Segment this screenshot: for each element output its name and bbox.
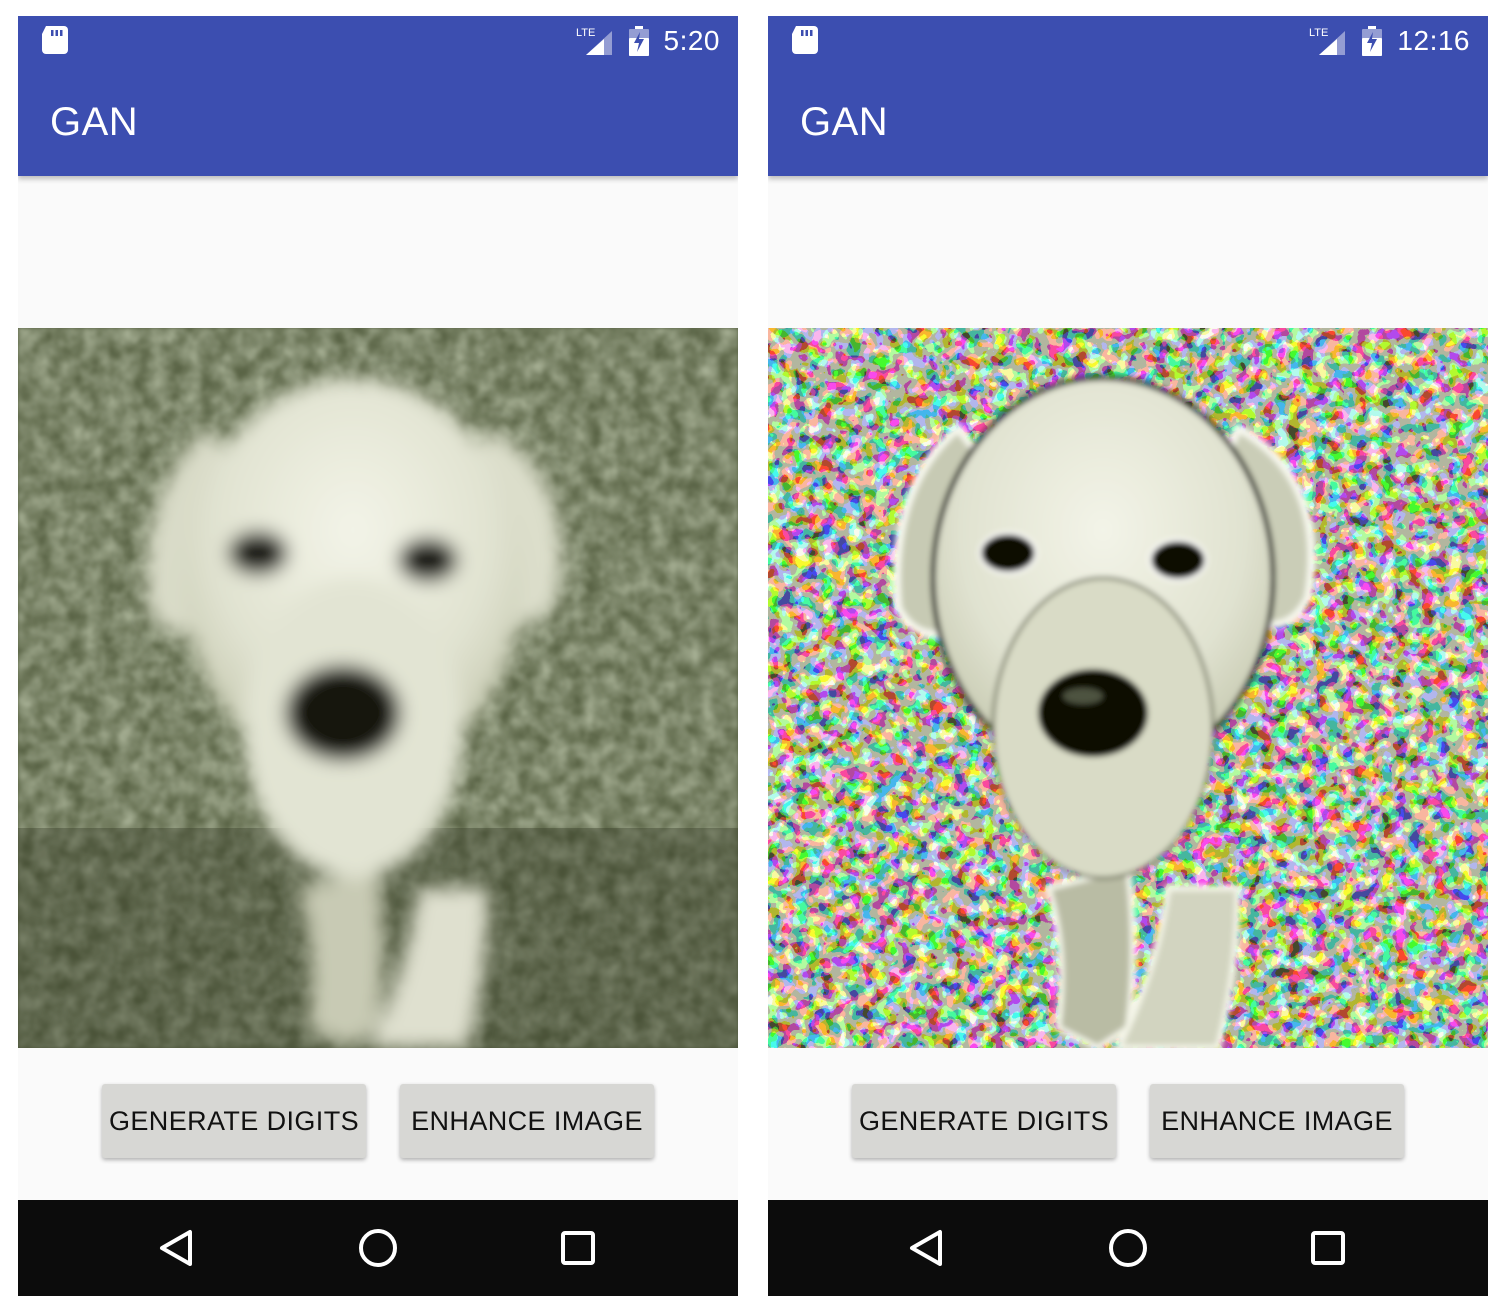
app-bar: LTE 5:20 GAN	[18, 16, 738, 176]
dog-photo-enhanced	[768, 328, 1488, 1048]
status-icons: LTE 5:20	[576, 22, 721, 60]
sd-card-icon	[42, 26, 68, 54]
back-icon[interactable]	[904, 1224, 952, 1272]
status-bar: LTE 12:16	[768, 16, 1488, 66]
enhance-image-button[interactable]: ENHANCE IMAGE	[1150, 1084, 1404, 1158]
status-time: 12:16	[1397, 25, 1470, 56]
app-title: GAN	[800, 100, 889, 144]
battery-charging-icon	[1362, 26, 1383, 56]
status-icons: LTE 12:16	[1309, 22, 1470, 60]
generate-digits-button[interactable]: GENERATE DIGITS	[852, 1084, 1116, 1158]
dog-photo-blurred	[18, 328, 738, 1048]
home-icon[interactable]	[354, 1224, 402, 1272]
home-icon[interactable]	[1104, 1224, 1152, 1272]
navigation-bar	[768, 1200, 1488, 1296]
recents-icon[interactable]	[1304, 1224, 1352, 1272]
enhance-image-button[interactable]: ENHANCE IMAGE	[400, 1084, 654, 1158]
status-time: 5:20	[663, 25, 720, 56]
status-bar: LTE 5:20	[18, 16, 738, 66]
app-title: GAN	[50, 100, 139, 144]
phone-screen-before: LTE 5:20 GAN GENERATE DIGITS ENHANCE IMA…	[18, 16, 738, 1296]
battery-charging-icon	[628, 26, 649, 56]
svg-text:LTE: LTE	[576, 27, 595, 39]
svg-text:LTE: LTE	[1309, 27, 1328, 39]
lte-signal-icon: LTE	[1309, 27, 1346, 55]
back-icon[interactable]	[154, 1224, 202, 1272]
app-bar: LTE 12:16 GAN	[768, 16, 1488, 176]
navigation-bar	[18, 1200, 738, 1296]
sd-card-icon	[792, 26, 818, 54]
phone-screen-after: LTE 12:16 GAN GENERATE DIGITS ENHANCE IM…	[768, 16, 1488, 1296]
lte-signal-icon: LTE	[576, 27, 612, 55]
recents-icon[interactable]	[554, 1224, 602, 1272]
generate-digits-button[interactable]: GENERATE DIGITS	[102, 1084, 366, 1158]
